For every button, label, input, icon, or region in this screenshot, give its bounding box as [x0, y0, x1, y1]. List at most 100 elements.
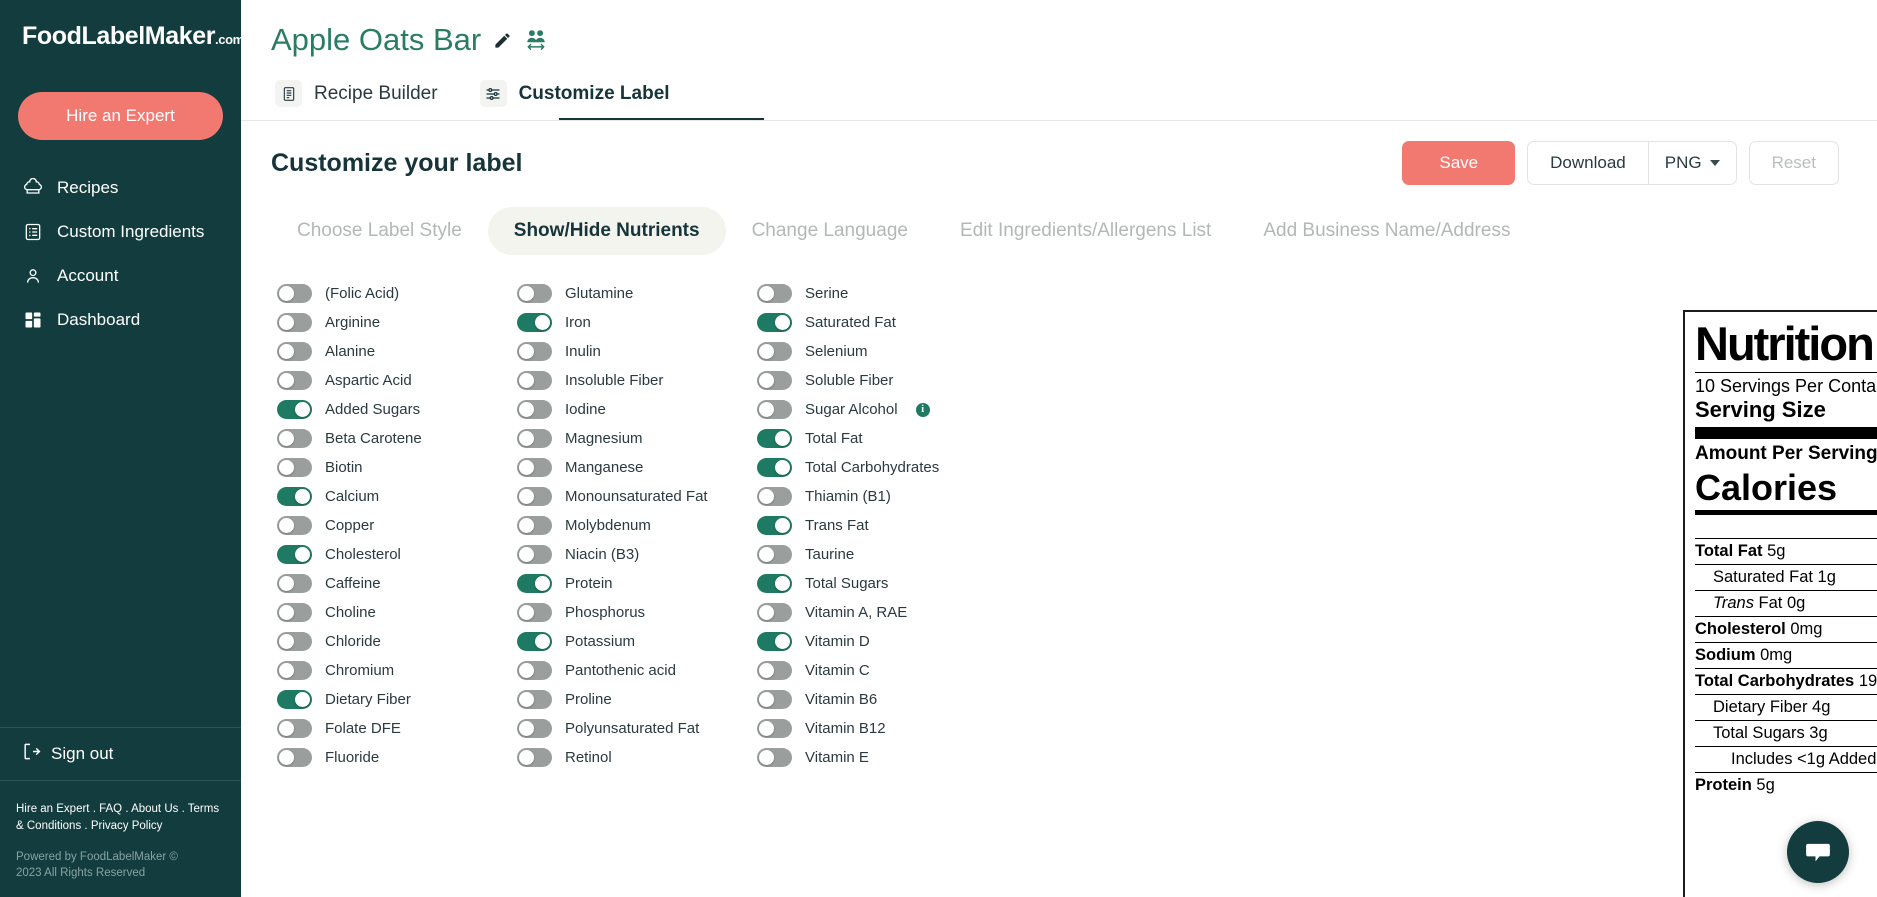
- toggle-added-sugars[interactable]: [277, 400, 312, 419]
- toggle-total-fat[interactable]: [757, 429, 792, 448]
- sidebar-item-account[interactable]: Account: [0, 254, 241, 298]
- toggle-niacin-b3[interactable]: [517, 545, 552, 564]
- nutrient-label: Polyunsaturated Fat: [565, 720, 700, 737]
- toggle-taurine[interactable]: [757, 545, 792, 564]
- toggle-dietary-fiber[interactable]: [277, 690, 312, 709]
- toggle-copper[interactable]: [277, 516, 312, 535]
- toggle-potassium[interactable]: [517, 632, 552, 651]
- toggle-selenium[interactable]: [757, 342, 792, 361]
- tab-recipe-builder[interactable]: Recipe Builder: [271, 72, 442, 121]
- reset-button[interactable]: Reset: [1748, 141, 1839, 185]
- document-icon: [275, 80, 302, 107]
- toggle-sugar-alcohol[interactable]: [757, 400, 792, 419]
- people-scale-icon[interactable]: [524, 29, 548, 51]
- chevron-down-icon: [1709, 160, 1720, 166]
- nutrient-row: Potassium: [517, 627, 757, 656]
- nutrient-row: Vitamin E: [757, 743, 1057, 772]
- tab-customize-label[interactable]: Customize Label: [476, 72, 674, 121]
- subtab-show-hide-nutrients[interactable]: Show/Hide Nutrients: [487, 207, 726, 255]
- subtab-change-language[interactable]: Change Language: [726, 207, 934, 255]
- toggle-folate-dfe[interactable]: [277, 719, 312, 738]
- toggle-chloride[interactable]: [277, 632, 312, 651]
- toggle-iodine[interactable]: [517, 400, 552, 419]
- toggle-trans-fat[interactable]: [757, 516, 792, 535]
- sign-out-label: Sign out: [51, 744, 114, 763]
- pencil-icon[interactable]: [493, 31, 512, 50]
- nutrient-label: Cholesterol: [325, 546, 401, 563]
- footer-link-faq[interactable]: FAQ: [99, 803, 122, 815]
- toggle-inulin[interactable]: [517, 342, 552, 361]
- format-select-png[interactable]: PNG: [1648, 141, 1737, 185]
- toggle-vitamin-b6[interactable]: [757, 690, 792, 709]
- nutrition-row-name: Sodium 0mg: [1695, 646, 1793, 664]
- footer-link-about-us[interactable]: About Us: [131, 803, 178, 815]
- toggle-insoluble-fiber[interactable]: [517, 371, 552, 390]
- sidebar: FoodLabelMaker.com Hire an Expert Recipe…: [0, 0, 244, 897]
- toggle-polyunsaturated-fat[interactable]: [517, 719, 552, 738]
- toggle-fluoride[interactable]: [277, 748, 312, 767]
- toggle-vitamin-b12[interactable]: [757, 719, 792, 738]
- subtab-choose-label-style[interactable]: Choose Label Style: [271, 207, 488, 255]
- toggle-total-carbohydrates[interactable]: [757, 458, 792, 477]
- toggle-vitamin-c[interactable]: [757, 661, 792, 680]
- sidebar-item-recipes[interactable]: Recipes: [0, 166, 241, 210]
- nutrient-row: Pantothenic acid: [517, 656, 757, 685]
- toggle-beta-carotene[interactable]: [277, 429, 312, 448]
- toggle-choline[interactable]: [277, 603, 312, 622]
- toggle-manganese[interactable]: [517, 458, 552, 477]
- copyright-line-2: 2023 All Rights Reserved: [16, 867, 146, 879]
- toggle-caffeine[interactable]: [277, 574, 312, 593]
- footer-link-privacy-policy[interactable]: Privacy Policy: [91, 820, 163, 832]
- hire-an-expert-button[interactable]: Hire an Expert: [18, 92, 223, 140]
- chat-bubble-icon[interactable]: [1787, 821, 1849, 883]
- toggle-soluble-fiber[interactable]: [757, 371, 792, 390]
- divider: [1695, 372, 1877, 373]
- footer-link-hire-an-expert[interactable]: Hire an Expert: [16, 803, 90, 815]
- footer-sep: .: [81, 820, 91, 832]
- toggle-retinol[interactable]: [517, 748, 552, 767]
- download-button[interactable]: Download: [1527, 141, 1649, 185]
- toggle-iron[interactable]: [517, 313, 552, 332]
- toggle-phosphorus[interactable]: [517, 603, 552, 622]
- brand-name: FoodLabelMaker: [22, 22, 216, 50]
- subtab-edit-ingredients-allergens-list[interactable]: Edit Ingredients/Allergens List: [934, 207, 1237, 255]
- sign-out-button[interactable]: Sign out: [0, 728, 241, 780]
- info-icon[interactable]: i: [915, 402, 930, 417]
- subtab-add-business-name-address[interactable]: Add Business Name/Address: [1237, 207, 1536, 255]
- toggle-molybdenum[interactable]: [517, 516, 552, 535]
- toggle-calcium[interactable]: [277, 487, 312, 506]
- toggle-vitamin-a-rae[interactable]: [757, 603, 792, 622]
- toggle-thiamin-b1[interactable]: [757, 487, 792, 506]
- sidebar-item-custom-ingredients[interactable]: Custom Ingredients: [0, 210, 241, 254]
- toggle-proline[interactable]: [517, 690, 552, 709]
- toggle-cholesterol[interactable]: [277, 545, 312, 564]
- title-row: Apple Oats Bar: [271, 22, 1877, 58]
- toggle-alanine[interactable]: [277, 342, 312, 361]
- servings-per-container: 10 Servings Per Container: [1695, 376, 1877, 396]
- nutrient-label: Choline: [325, 604, 376, 621]
- sidebar-item-dashboard[interactable]: Dashboard: [0, 298, 241, 342]
- nutrient-row: Manganese: [517, 453, 757, 482]
- toggle-vitamin-d[interactable]: [757, 632, 792, 651]
- toggle-magnesium[interactable]: [517, 429, 552, 448]
- nutrient-label: Calcium: [325, 488, 380, 505]
- toggle-saturated-fat[interactable]: [757, 313, 792, 332]
- toggle-protein[interactable]: [517, 574, 552, 593]
- toggle-folic-acid[interactable]: [277, 284, 312, 303]
- toggle-chromium[interactable]: [277, 661, 312, 680]
- brand-logo[interactable]: FoodLabelMaker.com: [0, 0, 244, 72]
- toggle-arginine[interactable]: [277, 313, 312, 332]
- nutrient-row: Aspartic Acid: [277, 366, 517, 395]
- toggle-biotin[interactable]: [277, 458, 312, 477]
- footer-sep: .: [89, 803, 100, 815]
- toggle-pantothenic-acid[interactable]: [517, 661, 552, 680]
- nutrient-label: Vitamin A, RAE: [805, 604, 908, 621]
- toggle-monounsaturated-fat[interactable]: [517, 487, 552, 506]
- toggle-total-sugars[interactable]: [757, 574, 792, 593]
- toggle-aspartic-acid[interactable]: [277, 371, 312, 390]
- toggle-glutamine[interactable]: [517, 284, 552, 303]
- toggle-serine[interactable]: [757, 284, 792, 303]
- nutrient-row: Biotin: [277, 453, 517, 482]
- save-button[interactable]: Save: [1402, 141, 1516, 185]
- toggle-vitamin-e[interactable]: [757, 748, 792, 767]
